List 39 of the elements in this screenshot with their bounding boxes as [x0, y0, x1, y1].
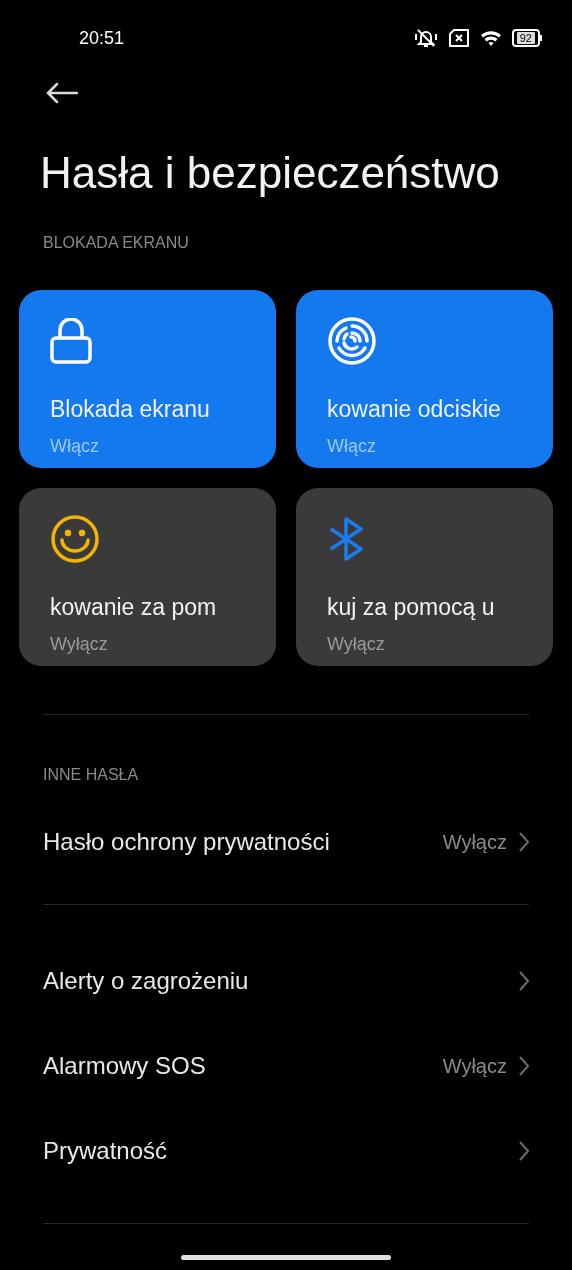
chevron-right-icon: [519, 970, 529, 991]
battery-indicator: 92: [511, 29, 540, 47]
row-value: Wyłącz: [442, 1053, 507, 1079]
chevron-right-icon: [519, 831, 529, 852]
smiley-icon: [50, 514, 100, 564]
feature-card[interactable]: kowanie za pom Wyłącz: [19, 488, 276, 666]
section-heading: INNE HASŁA: [42, 765, 140, 785]
page-title: Hasła i bezpieczeństwo: [39, 147, 501, 199]
chevron-right-icon: [519, 1140, 529, 1161]
row-label: Alarmowy SOS: [43, 1050, 206, 1081]
card-status: Wyłącz: [50, 632, 109, 656]
card-title: Blokada ekranu: [50, 395, 211, 424]
wifi-icon: [479, 29, 502, 47]
card-title: kowanie odciskie: [327, 395, 502, 424]
bluetooth-icon: [327, 517, 365, 561]
clock-time: 20:51: [79, 26, 125, 50]
back-arrow-icon[interactable]: [46, 82, 78, 104]
row-label: Hasło ochrony prywatności: [43, 826, 330, 857]
lock-icon: [50, 318, 92, 364]
card-title: kuj za pomocą u: [327, 593, 496, 622]
row-label: Prywatność: [43, 1135, 168, 1166]
feature-card[interactable]: kowanie odciskie Włącz: [296, 290, 553, 468]
settings-row[interactable]: Prywatność: [43, 1108, 529, 1193]
row-label: Alerty o zagrożeniu: [43, 965, 249, 996]
card-status: Włącz: [327, 434, 377, 458]
settings-row[interactable]: Alarmowy SOS Wyłącz: [43, 1023, 529, 1108]
section-heading: BLOKADA EKRANU: [42, 233, 190, 253]
chevron-right-icon: [519, 1055, 529, 1076]
row-value: Wyłącz: [442, 829, 507, 855]
settings-row[interactable]: Hasło ochrony prywatności Wyłącz: [43, 799, 529, 884]
sim-card-icon: [447, 29, 470, 47]
fingerprint-icon: [327, 316, 377, 366]
muted-bell-icon: [413, 28, 438, 48]
card-title: kowanie za pom: [50, 593, 218, 622]
settings-row[interactable]: Alerty o zagrożeniu: [43, 938, 529, 1023]
feature-card[interactable]: Blokada ekranu Włącz: [19, 290, 276, 468]
card-status: Wyłącz: [327, 632, 386, 656]
card-status: Włącz: [50, 434, 100, 458]
feature-card[interactable]: kuj za pomocą u Wyłącz: [296, 488, 553, 666]
